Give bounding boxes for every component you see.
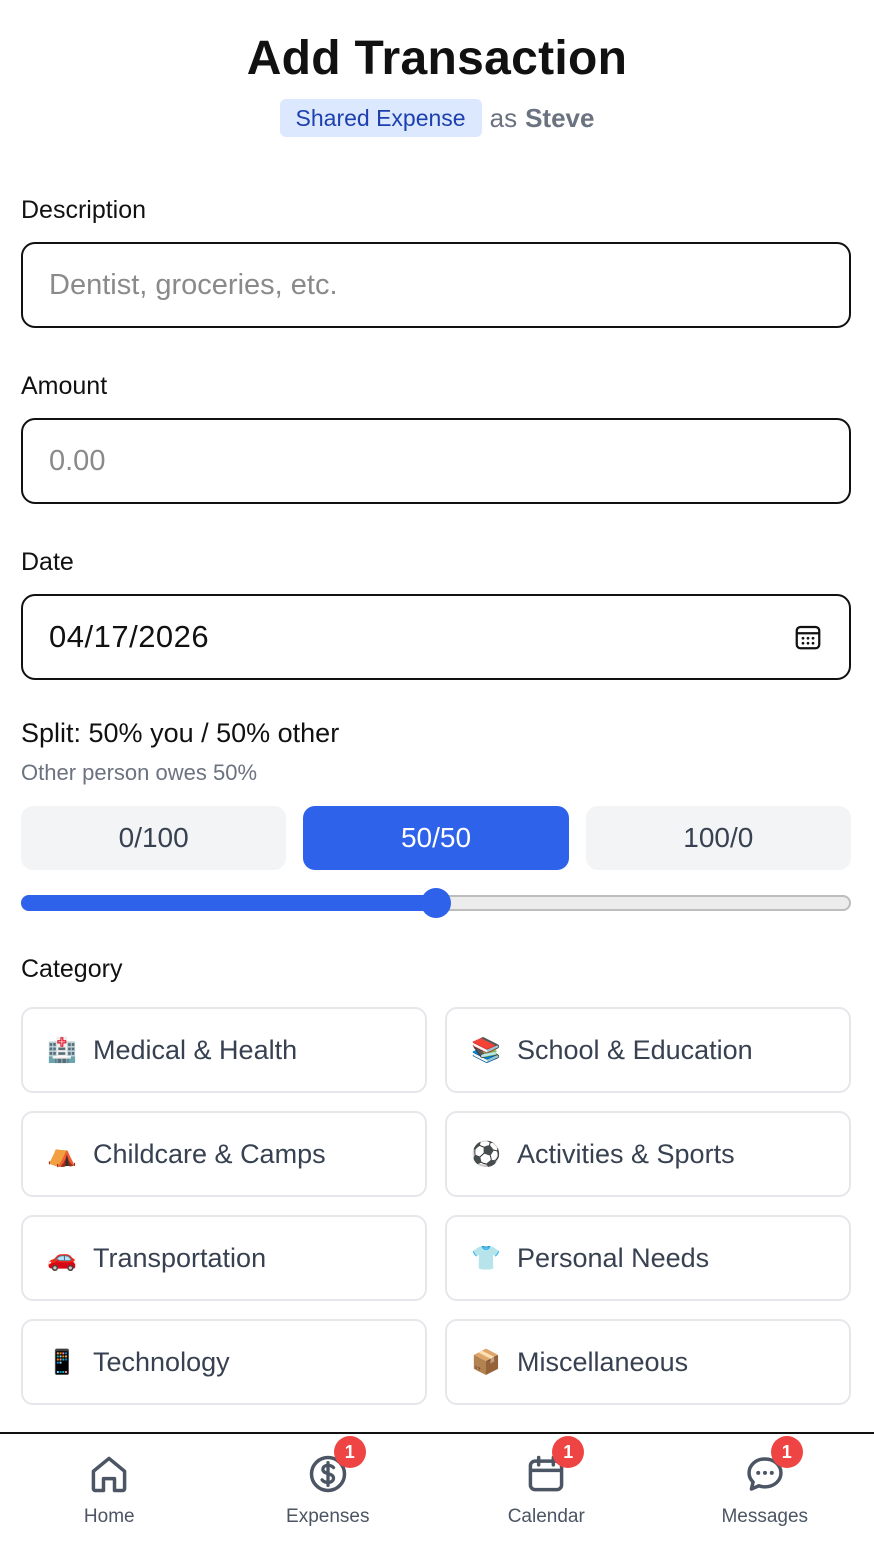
split-slider[interactable] <box>21 888 851 918</box>
tent-icon: ⛺ <box>47 1140 77 1168</box>
page-header: Add Transaction Shared Expense as Steve <box>0 30 874 138</box>
category-school-education[interactable]: 📚 School & Education <box>445 1007 851 1093</box>
amount-input[interactable] <box>49 444 823 478</box>
category-activities-sports[interactable]: ⚽ Activities & Sports <box>445 1111 851 1197</box>
books-icon: 📚 <box>471 1036 501 1064</box>
date-value: 04/17/2026 <box>49 619 210 654</box>
notification-badge: 1 <box>333 1436 366 1468</box>
nav-label: Calendar <box>507 1506 585 1527</box>
slider-thumb[interactable] <box>421 888 451 918</box>
add-transaction-page: Add Transaction Shared Expense as Steve … <box>0 0 874 1544</box>
category-label-text: Personal Needs <box>517 1242 710 1273</box>
car-icon: 🚗 <box>47 1244 77 1272</box>
category-label-text: Transportation <box>93 1242 267 1273</box>
category-label-text: Childcare & Camps <box>93 1138 326 1169</box>
package-icon: 📦 <box>471 1348 501 1376</box>
slider-fill <box>21 895 436 911</box>
nav-icon-wrap: 1 <box>524 1436 585 1496</box>
category-label-text: School & Education <box>517 1034 753 1065</box>
split-preset-group: 0/100 50/50 100/0 <box>21 806 851 870</box>
bottom-nav: Home 1 Expenses 1 Calendar 1 Messages <box>0 1432 874 1544</box>
nav-label: Messages <box>721 1506 809 1527</box>
hospital-icon: 🏥 <box>47 1036 77 1064</box>
description-label: Description <box>21 196 147 224</box>
date-input[interactable]: 04/17/2026 <box>21 594 851 680</box>
soccer-ball-icon: ⚽ <box>471 1140 501 1168</box>
as-label: as <box>489 102 518 133</box>
user-name: Steve <box>525 102 595 133</box>
category-personal-needs[interactable]: 👕 Personal Needs <box>445 1215 851 1301</box>
split-0-100-button[interactable]: 0/100 <box>21 806 287 870</box>
split-100-0-button[interactable]: 100/0 <box>585 806 851 870</box>
category-label-text: Medical & Health <box>93 1034 298 1065</box>
description-input[interactable] <box>49 268 823 302</box>
subtitle: Shared Expense as Steve <box>0 98 874 138</box>
amount-field-box <box>21 418 851 504</box>
expense-type-badge: Shared Expense <box>279 99 482 137</box>
phone-icon: 📱 <box>47 1348 77 1376</box>
shirt-icon: 👕 <box>471 1244 501 1272</box>
category-miscellaneous[interactable]: 📦 Miscellaneous <box>445 1319 851 1405</box>
split-label: Split: 50% you / 50% other <box>21 718 340 748</box>
category-label-text: Technology <box>93 1346 230 1377</box>
amount-label: Amount <box>21 372 108 400</box>
nav-home[interactable]: Home <box>0 1434 219 1544</box>
nav-calendar[interactable]: 1 Calendar <box>437 1434 656 1544</box>
date-label: Date <box>21 548 74 576</box>
split-50-50-button[interactable]: 50/50 <box>303 806 569 870</box>
category-label-text: Activities & Sports <box>517 1138 735 1169</box>
notification-badge: 1 <box>552 1436 585 1468</box>
nav-label: Expenses <box>286 1506 370 1527</box>
nav-icon-wrap <box>87 1452 131 1496</box>
split-hint: Other person owes 50% <box>21 760 258 785</box>
category-label: Category <box>21 955 123 983</box>
nav-expenses[interactable]: 1 Expenses <box>219 1434 438 1544</box>
nav-icon-wrap: 1 <box>743 1436 803 1496</box>
category-childcare-camps[interactable]: ⛺ Childcare & Camps <box>21 1111 427 1197</box>
calendar-picker-icon[interactable] <box>793 622 823 652</box>
category-medical-health[interactable]: 🏥 Medical & Health <box>21 1007 427 1093</box>
notification-badge: 1 <box>770 1436 803 1468</box>
category-technology[interactable]: 📱 Technology <box>21 1319 427 1405</box>
description-field-box <box>21 242 851 328</box>
home-icon <box>91 1456 127 1493</box>
nav-messages[interactable]: 1 Messages <box>656 1434 874 1544</box>
nav-icon-wrap: 1 <box>306 1436 366 1496</box>
category-label-text: Miscellaneous <box>517 1346 689 1377</box>
page-title: Add Transaction <box>246 32 628 85</box>
nav-label: Home <box>83 1506 135 1527</box>
category-transportation[interactable]: 🚗 Transportation <box>21 1215 427 1301</box>
category-grid: 🏥 Medical & Health 📚 School & Education … <box>21 1007 851 1405</box>
